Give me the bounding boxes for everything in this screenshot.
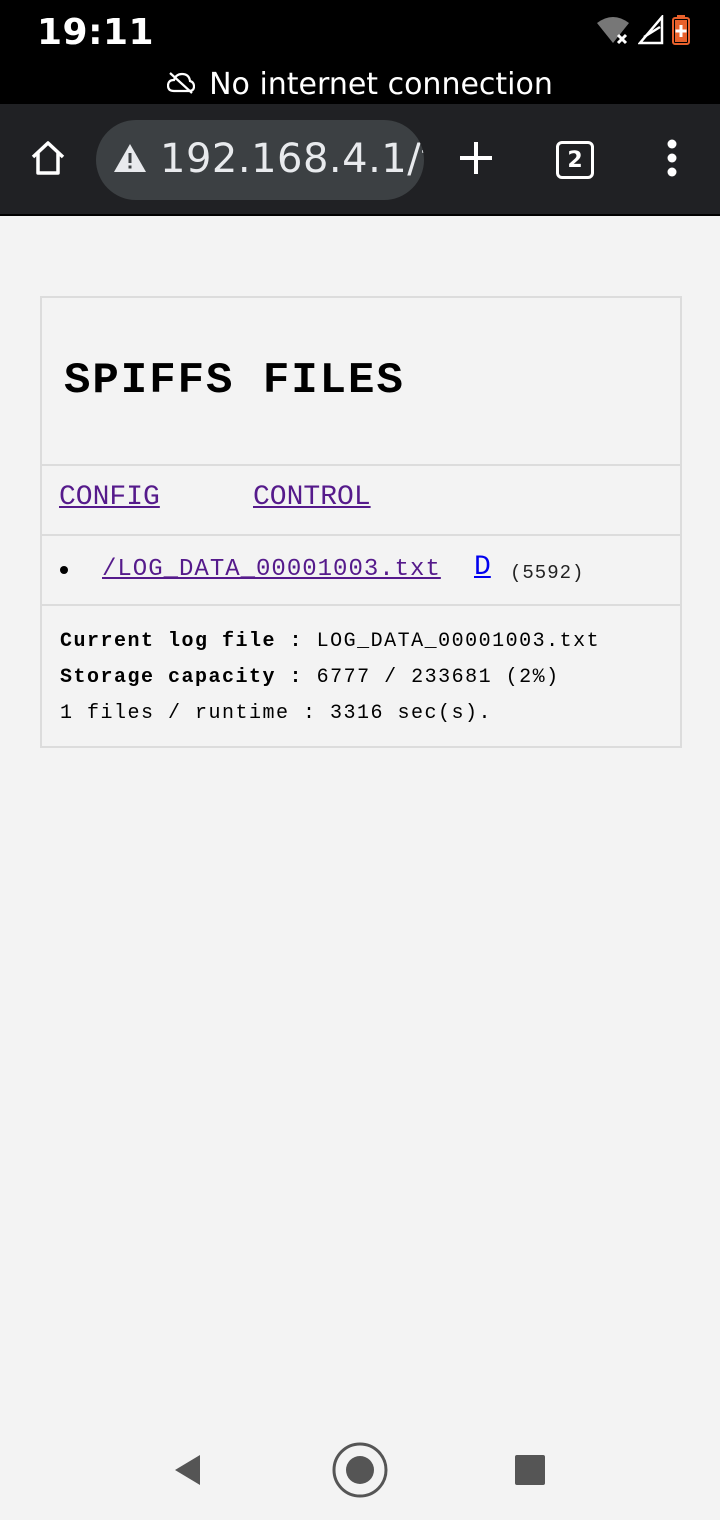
storage-line: Storage capacity : 6777 / 233681 (2%) — [60, 666, 560, 689]
storage-label: Storage capacity : — [60, 666, 304, 689]
new-tab-icon — [458, 140, 494, 181]
more-menu-icon — [666, 138, 678, 183]
home-button[interactable] — [20, 132, 76, 188]
list-bullet — [60, 566, 68, 574]
control-link[interactable]: CONTROL — [253, 482, 371, 513]
title-section: SPIFFS FILES — [42, 298, 680, 466]
file-list: /LOG_DATA_00001003.txt D (5592) — [42, 536, 680, 606]
file-link[interactable]: /LOG_DATA_00001003.txt — [102, 556, 441, 583]
delete-file-link[interactable]: D — [474, 552, 491, 583]
tabs-icon: 2 — [556, 141, 594, 179]
more-menu-button[interactable] — [644, 132, 700, 188]
signal-icon — [637, 13, 664, 50]
recents-button[interactable] — [502, 1444, 558, 1500]
summary-line: 1 files / runtime : 3316 sec(s). — [60, 702, 493, 725]
tabs-button[interactable]: 2 — [547, 132, 603, 188]
recents-icon — [514, 1454, 546, 1491]
home-nav-button[interactable] — [332, 1442, 388, 1503]
spiffs-panel: SPIFFS FILES CONFIG CONTROL /LOG_DATA_00… — [40, 296, 682, 748]
network-message: No internet connection — [209, 66, 553, 102]
battery-charging-icon — [672, 14, 690, 50]
url-text: 192.168.4.1/f — [160, 136, 424, 182]
warning-icon[interactable] — [112, 142, 148, 179]
wifi-off-icon — [596, 15, 630, 50]
address-bar[interactable]: 192.168.4.1/f — [96, 120, 424, 200]
browser-toolbar: 192.168.4.1/f 2 — [0, 104, 720, 216]
status-icons — [596, 13, 690, 50]
back-icon — [172, 1453, 204, 1492]
current-log-value: LOG_DATA_00001003.txt — [316, 630, 601, 653]
file-size: (5592) — [510, 562, 585, 584]
new-tab-button[interactable] — [448, 132, 504, 188]
cloud-off-icon — [167, 67, 196, 102]
home-icon — [28, 138, 68, 183]
current-log-line: Current log file : LOG_DATA_00001003.txt — [60, 630, 600, 653]
storage-value: 6777 / 233681 (2%) — [316, 666, 560, 689]
toolbar-divider — [0, 214, 720, 216]
status-time: 19:11 — [37, 12, 155, 53]
info-section: Current log file : LOG_DATA_00001003.txt… — [42, 606, 680, 746]
page-title: SPIFFS FILES — [64, 356, 405, 406]
network-status-banner: No internet connection — [0, 64, 720, 104]
back-button[interactable] — [160, 1444, 216, 1500]
current-log-label: Current log file : — [60, 630, 304, 653]
nav-section: CONFIG CONTROL — [42, 466, 680, 536]
status-bar: 19:11 No internet connection — [0, 0, 720, 104]
home-circle-icon — [332, 1442, 388, 1503]
config-link[interactable]: CONFIG — [59, 482, 160, 513]
system-nav-bar — [0, 1424, 720, 1520]
